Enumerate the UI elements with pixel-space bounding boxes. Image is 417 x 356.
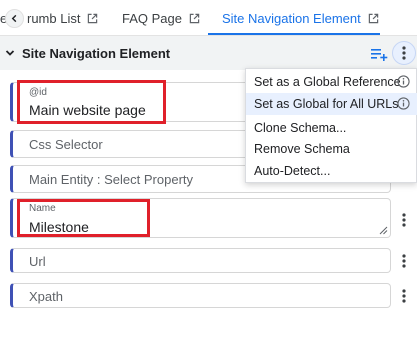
menu-item-set-global-all-urls[interactable]: Set as Global for All URLs bbox=[246, 93, 417, 115]
url-placeholder: Url bbox=[29, 254, 46, 269]
css-selector-placeholder: Css Selector bbox=[29, 137, 103, 152]
section-more-menu: Set as a Global Reference Set as Global … bbox=[245, 68, 417, 183]
menu-item-label: Auto-Detect... bbox=[254, 164, 331, 178]
more-vert-icon bbox=[402, 289, 406, 303]
resize-handle-icon[interactable] bbox=[379, 226, 388, 235]
section-title: Site Navigation Element bbox=[22, 46, 171, 61]
menu-item-label: Clone Schema... bbox=[254, 121, 347, 135]
external-link-icon bbox=[368, 13, 378, 23]
menu-item-auto-detect[interactable]: Auto-Detect... bbox=[246, 160, 417, 182]
tab-site-navigation-element[interactable]: Site Navigation Element bbox=[222, 0, 379, 36]
tab-faq-page-label: FAQ Page bbox=[122, 10, 182, 26]
external-link-icon bbox=[189, 13, 200, 23]
more-vert-icon bbox=[402, 213, 406, 227]
name-field-value: Milestone bbox=[29, 219, 89, 235]
xpath-field-more-button[interactable] bbox=[398, 288, 410, 304]
tab-breadcrumb-list[interactable]: rumb List bbox=[27, 0, 98, 36]
name-field-more-button[interactable] bbox=[398, 212, 410, 228]
id-field-value: Main website page bbox=[29, 102, 146, 118]
id-field-label: @id bbox=[29, 87, 47, 98]
tab-faq-page[interactable]: FAQ Page bbox=[122, 0, 200, 36]
active-tab-indicator bbox=[208, 33, 380, 35]
menu-item-label: Remove Schema bbox=[254, 142, 350, 156]
xpath-field[interactable]: Xpath bbox=[10, 283, 391, 308]
tab-site-navigation-element-label: Site Navigation Element bbox=[222, 10, 361, 26]
url-field[interactable]: Url bbox=[10, 248, 391, 273]
tab-bar: e rumb List FAQ Page Site Navigation Ele… bbox=[0, 0, 417, 36]
add-list-button[interactable] bbox=[368, 44, 390, 64]
more-vert-icon bbox=[402, 254, 406, 268]
menu-item-label: Set as a Global Reference bbox=[254, 75, 401, 89]
menu-item-clone-schema[interactable]: Clone Schema... bbox=[246, 117, 417, 139]
chevron-down-icon[interactable] bbox=[5, 48, 15, 58]
name-field[interactable]: Name Milestone bbox=[10, 198, 391, 238]
scroll-tabs-left-button[interactable] bbox=[5, 9, 24, 28]
tab-breadcrumb-list-label: rumb List bbox=[27, 10, 81, 26]
url-field-more-button[interactable] bbox=[398, 253, 410, 269]
menu-item-label: Set as Global for All URLs bbox=[254, 97, 399, 111]
name-field-label: Name bbox=[29, 203, 56, 214]
playlist-add-icon bbox=[370, 48, 387, 61]
menu-item-remove-schema[interactable]: Remove Schema bbox=[246, 138, 417, 160]
main-entity-placeholder: Main Entity : Select Property bbox=[29, 172, 194, 187]
xpath-placeholder: Xpath bbox=[29, 289, 63, 304]
info-icon bbox=[397, 75, 410, 88]
section-more-button[interactable] bbox=[392, 41, 416, 65]
info-icon bbox=[397, 97, 410, 110]
more-vert-icon bbox=[402, 46, 406, 60]
external-link-icon bbox=[88, 13, 98, 23]
section-header[interactable]: Site Navigation Element bbox=[0, 36, 417, 70]
chevron-left-icon bbox=[11, 14, 17, 23]
menu-item-set-global-reference[interactable]: Set as a Global Reference bbox=[246, 71, 417, 93]
